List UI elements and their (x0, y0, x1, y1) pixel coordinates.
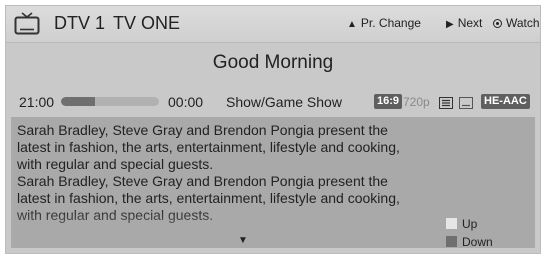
legend-up-label: Up (462, 217, 478, 231)
channel-header: DTV 1 TV ONE ▲︎ Pr. Change ▶︎ Next Watch (6, 6, 540, 43)
legend-down: Down (446, 235, 493, 249)
play-arrow-icon: ▶︎ (446, 19, 454, 30)
program-title: Good Morning (212, 52, 334, 73)
next-hint[interactable]: ▶︎ Next (446, 16, 482, 30)
up-color-swatch (446, 218, 457, 229)
next-label: Next (457, 16, 483, 30)
legend-down-label: Down (462, 235, 493, 249)
legend-up: Up (446, 217, 477, 231)
genre-label: Show/Game Show (226, 94, 342, 110)
progress-fill (61, 97, 96, 106)
up-down-arrow-icon: ▲︎ (347, 19, 357, 30)
end-time: 00:00 (168, 94, 204, 110)
program-info-panel: DTV 1 TV ONE ▲︎ Pr. Change ▶︎ Next Watch G… (5, 5, 541, 254)
channel-name: TV ONE (113, 13, 181, 33)
scroll-down-arrow-icon[interactable]: ▼︎ (238, 235, 248, 246)
tv-icon (14, 12, 40, 41)
pr-change-label: Pr. Change (360, 16, 421, 30)
description-box: Sarah Bradley, Steve Gray and Brendon Po… (11, 117, 535, 249)
watch-label: Watch (506, 16, 540, 30)
resolution-label: 720p (403, 95, 430, 109)
audio-codec-badge: HE-AAC (481, 94, 530, 109)
pr-change-hint[interactable]: ▲︎ Pr. Change (347, 16, 421, 30)
start-time: 21:00 (19, 94, 55, 110)
ok-button-icon (493, 19, 502, 28)
down-color-swatch (446, 236, 457, 247)
progress-bar (61, 97, 159, 106)
aspect-ratio-badge: 16:9 (374, 94, 403, 109)
watch-hint[interactable]: Watch (493, 16, 540, 30)
teletext-icon (439, 96, 453, 114)
channel-number: DTV 1 (54, 13, 106, 33)
program-description[interactable]: Sarah Bradley, Steve Gray and Brendon Po… (17, 122, 427, 241)
subtitle-icon (459, 96, 473, 114)
